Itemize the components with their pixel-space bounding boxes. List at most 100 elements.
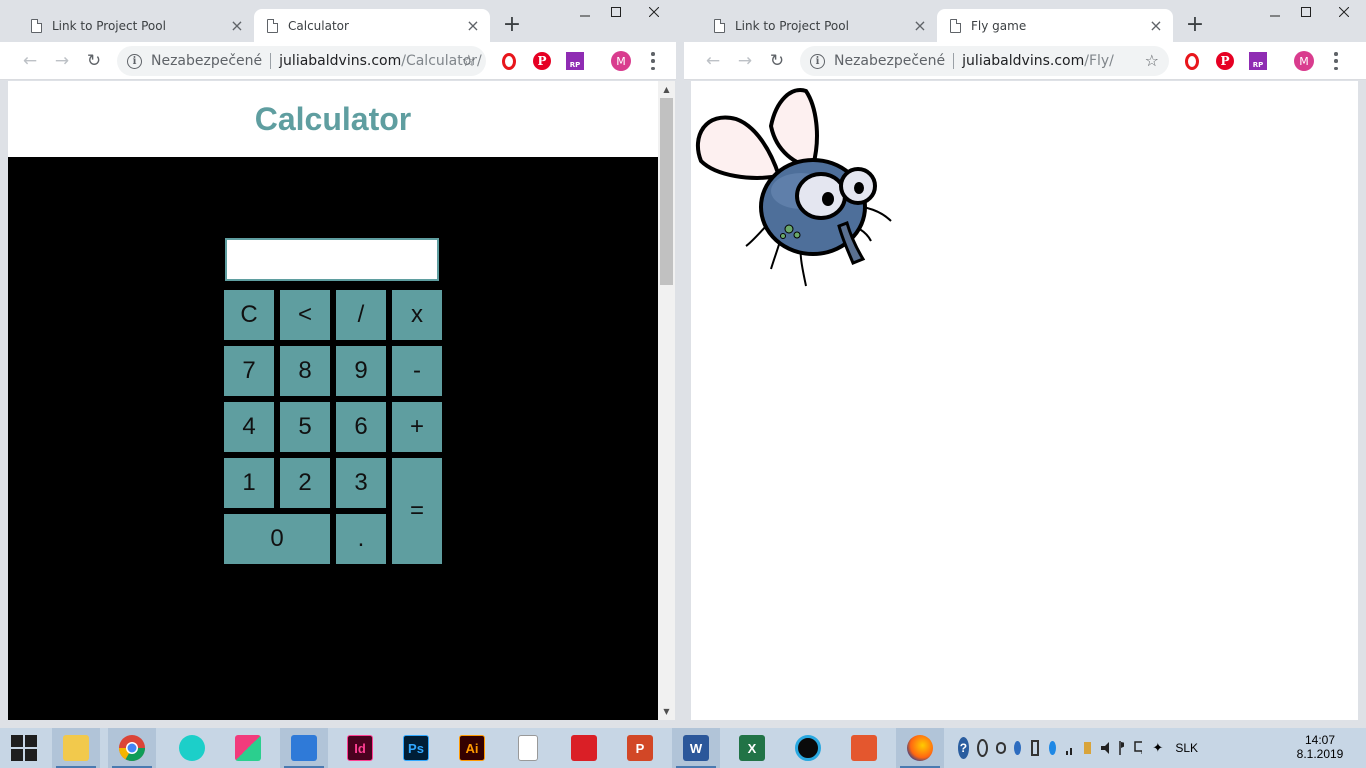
key-plus[interactable]: +: [392, 402, 442, 452]
close-icon[interactable]: ×: [465, 17, 481, 34]
taskbar-indesign[interactable]: Id: [336, 728, 384, 768]
bookmark-star-icon[interactable]: ☆: [462, 51, 476, 70]
vertical-scrollbar[interactable]: ▲ ▼: [658, 81, 675, 720]
language-indicator[interactable]: SLK: [1175, 741, 1198, 755]
tab-strip: Link to Project Pool × Fly game × +: [684, 0, 1366, 42]
phone-icon[interactable]: [1030, 740, 1039, 756]
tab-calculator[interactable]: Calculator ×: [254, 9, 490, 42]
minimize-button[interactable]: [1259, 0, 1290, 24]
new-tab-button[interactable]: +: [500, 14, 524, 38]
key-2[interactable]: 2: [280, 458, 330, 508]
address-bar[interactable]: i Nezabezpečené juliabaldvins.com/Fly/ ☆: [800, 46, 1169, 76]
key-equals[interactable]: =: [392, 458, 442, 564]
taskbar-orange-app[interactable]: [840, 728, 888, 768]
taskbar-illustrator[interactable]: Ai: [448, 728, 496, 768]
close-icon[interactable]: ×: [229, 17, 245, 34]
scroll-up-icon[interactable]: ▲: [658, 81, 675, 98]
window-close-button[interactable]: [1321, 0, 1366, 24]
opera-extension-icon[interactable]: [1185, 53, 1199, 70]
key-multiply[interactable]: x: [392, 290, 442, 340]
tray-blue-icon[interactable]: [1013, 741, 1021, 755]
info-icon[interactable]: i: [810, 53, 825, 69]
menu-icon[interactable]: [1333, 52, 1339, 70]
creative-cloud-icon: [571, 735, 597, 761]
taskbar-notepad[interactable]: [504, 728, 552, 768]
back-icon[interactable]: ←: [702, 50, 724, 72]
taskbar-photoshop[interactable]: Ps: [392, 728, 440, 768]
scroll-thumb[interactable]: [660, 98, 673, 285]
key-3[interactable]: 3: [336, 458, 386, 508]
volume-icon[interactable]: [1100, 741, 1109, 755]
new-tab-button[interactable]: +: [1183, 14, 1207, 38]
back-icon[interactable]: ←: [19, 50, 41, 72]
address-bar[interactable]: i Nezabezpečené juliabaldvins.com/Calcul…: [117, 46, 486, 76]
profile-avatar[interactable]: M: [1294, 51, 1314, 71]
network-icon[interactable]: [1065, 741, 1074, 755]
reload-icon[interactable]: ↻: [766, 50, 788, 72]
tray-update-icon[interactable]: [1048, 741, 1056, 755]
tab-fly-game[interactable]: Fly game ×: [937, 9, 1173, 42]
display-icon[interactable]: [1134, 741, 1143, 755]
taskbar-pink-app[interactable]: [224, 728, 272, 768]
tab-link-to-project-pool[interactable]: Link to Project Pool ×: [701, 9, 937, 42]
taskbar-teal-app[interactable]: [168, 728, 216, 768]
taskbar-chrome[interactable]: [108, 728, 156, 768]
taskbar-excel[interactable]: X: [728, 728, 776, 768]
key-9[interactable]: 9: [336, 346, 386, 396]
rp-extension-icon[interactable]: RP: [566, 52, 584, 70]
flag-icon[interactable]: [1118, 741, 1125, 755]
circular-app-icon: [795, 735, 821, 761]
scroll-down-icon[interactable]: ▼: [658, 703, 675, 720]
fly-image[interactable]: [691, 81, 906, 296]
maximize-button[interactable]: [600, 0, 631, 24]
pinterest-extension-icon[interactable]: P: [1216, 52, 1234, 70]
window-close-button[interactable]: [631, 0, 676, 24]
key-6[interactable]: 6: [336, 402, 386, 452]
tab-link-to-project-pool[interactable]: Link to Project Pool ×: [18, 9, 254, 42]
help-icon[interactable]: ?: [958, 737, 969, 759]
taskbar-firefox[interactable]: [896, 728, 944, 768]
clock[interactable]: 14:07 8.1.2019: [1292, 733, 1348, 761]
key-8[interactable]: 8: [280, 346, 330, 396]
calculator-display[interactable]: [225, 238, 439, 281]
reload-icon[interactable]: ↻: [83, 50, 105, 72]
key-5[interactable]: 5: [280, 402, 330, 452]
forward-icon[interactable]: →: [51, 50, 73, 72]
separator: [953, 53, 955, 69]
key-1[interactable]: 1: [224, 458, 274, 508]
firefox-icon: [907, 735, 933, 761]
key-decimal[interactable]: .: [336, 514, 386, 564]
opera-extension-icon[interactable]: [502, 53, 516, 70]
menu-icon[interactable]: [650, 52, 656, 70]
profile-avatar[interactable]: M: [611, 51, 631, 71]
key-divide[interactable]: /: [336, 290, 386, 340]
taskbar-file-explorer[interactable]: [52, 728, 100, 768]
key-clear[interactable]: C: [224, 290, 274, 340]
key-backspace[interactable]: <: [280, 290, 330, 340]
start-button[interactable]: [0, 728, 48, 768]
creative-cloud-tray-icon[interactable]: [995, 742, 1006, 754]
security-label: Nezabezpečené: [834, 53, 946, 69]
taskbar-powerpoint[interactable]: P: [616, 728, 664, 768]
taskbar-word[interactable]: W: [672, 728, 720, 768]
close-icon[interactable]: ×: [912, 17, 928, 34]
taskbar-creative-cloud[interactable]: [560, 728, 608, 768]
info-icon[interactable]: i: [127, 53, 142, 69]
maximize-button[interactable]: [1290, 0, 1321, 24]
key-0[interactable]: 0: [224, 514, 330, 564]
close-icon[interactable]: ×: [1148, 17, 1164, 34]
tray-package-icon[interactable]: [1083, 742, 1091, 754]
pinterest-extension-icon[interactable]: P: [533, 52, 551, 70]
forward-icon[interactable]: →: [734, 50, 756, 72]
key-4[interactable]: 4: [224, 402, 274, 452]
rp-extension-icon[interactable]: RP: [1249, 52, 1267, 70]
key-minus[interactable]: -: [392, 346, 442, 396]
tray-app-icon[interactable]: [976, 739, 988, 757]
indesign-icon: Id: [347, 735, 373, 761]
key-7[interactable]: 7: [224, 346, 274, 396]
bookmark-star-icon[interactable]: ☆: [1145, 51, 1159, 70]
taskbar-vscode[interactable]: [280, 728, 328, 768]
taskbar-circular-app[interactable]: [784, 728, 832, 768]
bluetooth-icon[interactable]: ✦: [1152, 740, 1163, 756]
minimize-button[interactable]: [569, 0, 600, 24]
